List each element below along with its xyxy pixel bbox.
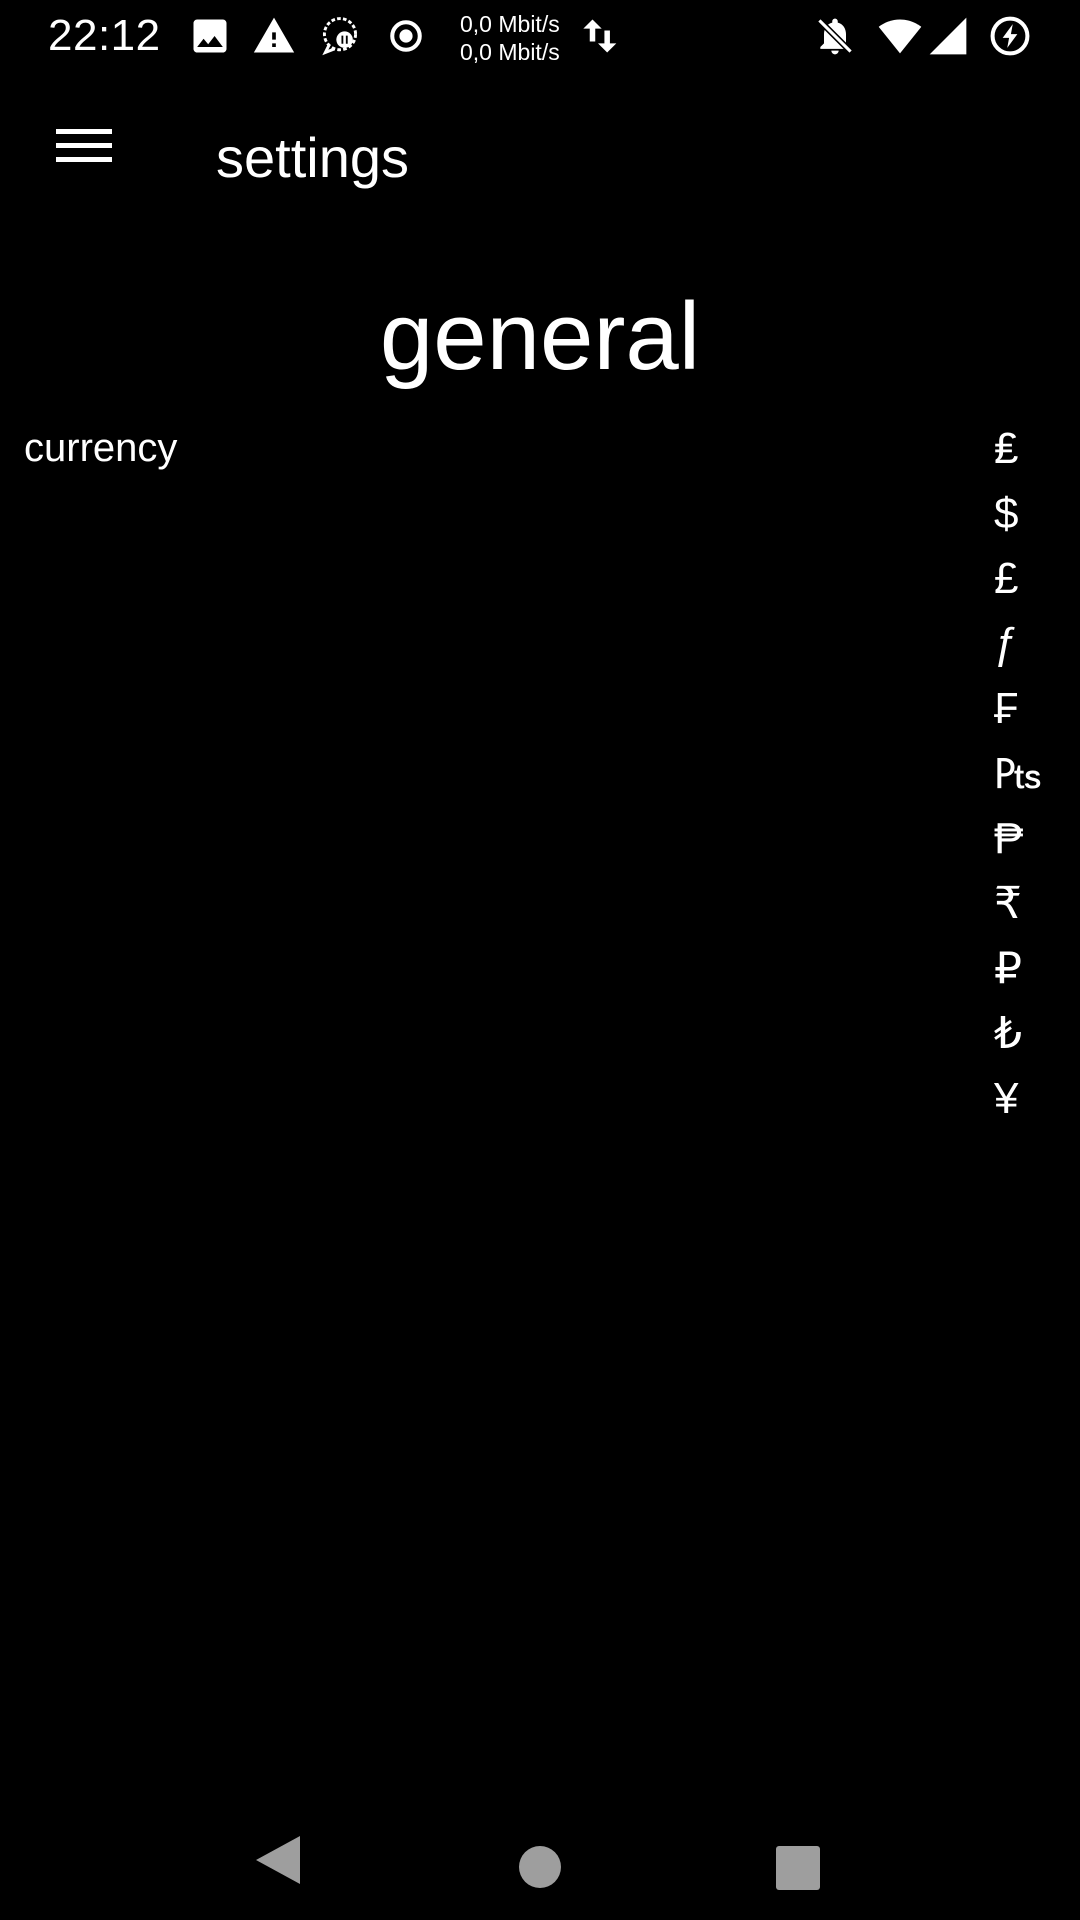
network-speed: 0,0 Mbit/s 0,0 Mbit/s xyxy=(460,10,560,66)
image-icon xyxy=(188,14,232,58)
toolbar: settings xyxy=(0,72,1080,240)
currency-option[interactable]: ₺ xyxy=(980,1001,1080,1066)
currency-option[interactable]: £ xyxy=(980,546,1080,611)
currency-option[interactable]: ₽ xyxy=(980,936,1080,1001)
currency-option[interactable]: ₱ xyxy=(980,806,1080,871)
status-bar: 22:12 0,0 Mbit/s 0,0 Mbit/s xyxy=(0,0,1080,72)
warning-icon xyxy=(252,14,296,58)
currency-option[interactable]: ₤ xyxy=(980,416,1080,481)
data-transfer-icon xyxy=(576,14,620,58)
navigation-bar xyxy=(0,1800,1080,1920)
home-icon[interactable] xyxy=(500,1820,580,1900)
currency-picker[interactable]: ₤ $ £ ƒ ₣ ₧ ₱ ₹ ₽ ₺ ¥ xyxy=(980,416,1080,1131)
back-icon[interactable] xyxy=(240,1820,320,1900)
network-speed-down: 0,0 Mbit/s xyxy=(460,39,560,65)
chat-bubble-icon xyxy=(318,14,362,58)
currency-label: currency xyxy=(24,426,178,470)
page-title: settings xyxy=(216,126,409,189)
section-title: general xyxy=(379,283,701,390)
wifi-icon xyxy=(878,14,922,58)
battery-charging-icon xyxy=(988,14,1032,58)
notifications-off-icon xyxy=(813,14,857,58)
status-time: 22:12 xyxy=(48,11,161,60)
currency-option[interactable]: ₣ xyxy=(980,676,1080,741)
radio-button-icon xyxy=(384,14,428,58)
currency-option[interactable]: ₧ xyxy=(980,741,1080,806)
currency-option[interactable]: ¥ xyxy=(980,1066,1080,1131)
signal-icon xyxy=(926,14,970,58)
currency-option[interactable]: ₹ xyxy=(980,871,1080,936)
network-speed-up: 0,0 Mbit/s xyxy=(460,11,560,37)
hamburger-menu-icon[interactable] xyxy=(44,120,124,192)
currency-option[interactable]: $ xyxy=(980,481,1080,546)
currency-option[interactable]: ƒ xyxy=(980,611,1080,676)
recents-icon[interactable] xyxy=(758,1820,838,1900)
